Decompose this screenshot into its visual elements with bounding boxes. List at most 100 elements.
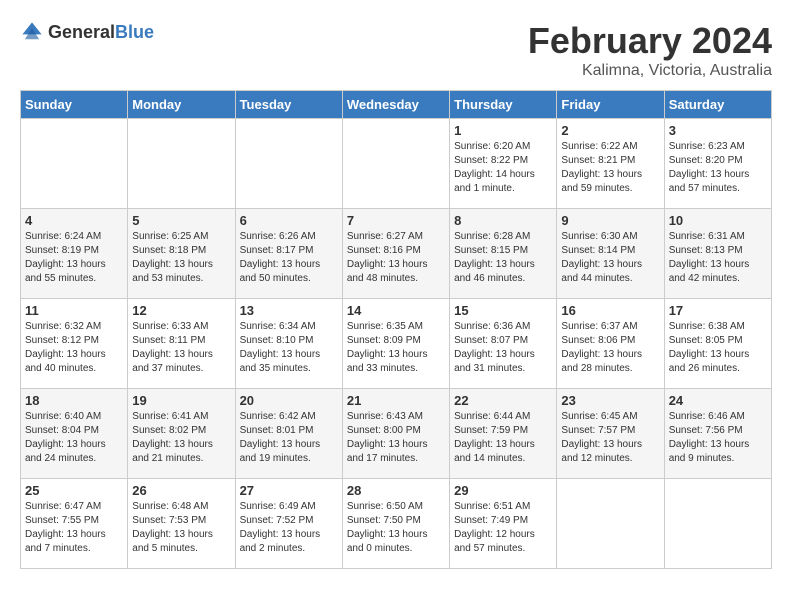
day-info: Sunrise: 6:34 AM Sunset: 8:10 PM Dayligh… bbox=[240, 320, 338, 376]
week-row-2: 4 Sunrise: 6:24 AM Sunset: 8:19 PM Daylig… bbox=[21, 209, 772, 299]
day-info: Sunrise: 6:47 AM Sunset: 7:55 PM Dayligh… bbox=[25, 500, 123, 556]
weekday-header-row: SundayMondayTuesdayWednesdayThursdayFrid… bbox=[21, 91, 772, 119]
day-cell bbox=[664, 479, 771, 569]
day-cell: 10 Sunrise: 6:31 AM Sunset: 8:13 PM Dayli… bbox=[664, 209, 771, 299]
day-cell: 4 Sunrise: 6:24 AM Sunset: 8:19 PM Daylig… bbox=[21, 209, 128, 299]
day-info: Sunrise: 6:43 AM Sunset: 8:00 PM Dayligh… bbox=[347, 410, 445, 466]
day-number: 16 bbox=[561, 303, 659, 318]
day-info: Sunrise: 6:20 AM Sunset: 8:22 PM Dayligh… bbox=[454, 140, 552, 196]
day-number: 22 bbox=[454, 393, 552, 408]
week-row-1: 1 Sunrise: 6:20 AM Sunset: 8:22 PM Daylig… bbox=[21, 119, 772, 209]
day-info: Sunrise: 6:36 AM Sunset: 8:07 PM Dayligh… bbox=[454, 320, 552, 376]
day-number: 6 bbox=[240, 213, 338, 228]
day-info: Sunrise: 6:45 AM Sunset: 7:57 PM Dayligh… bbox=[561, 410, 659, 466]
day-cell: 18 Sunrise: 6:40 AM Sunset: 8:04 PM Dayli… bbox=[21, 389, 128, 479]
day-info: Sunrise: 6:42 AM Sunset: 8:01 PM Dayligh… bbox=[240, 410, 338, 466]
day-info: Sunrise: 6:37 AM Sunset: 8:06 PM Dayligh… bbox=[561, 320, 659, 376]
day-cell: 5 Sunrise: 6:25 AM Sunset: 8:18 PM Daylig… bbox=[128, 209, 235, 299]
day-info: Sunrise: 6:46 AM Sunset: 7:56 PM Dayligh… bbox=[669, 410, 767, 466]
day-number: 5 bbox=[132, 213, 230, 228]
day-cell: 9Sunrise: 6:30 AM Sunset: 8:14 PM Daylig… bbox=[557, 209, 664, 299]
day-cell: 26 Sunrise: 6:48 AM Sunset: 7:53 PM Dayli… bbox=[128, 479, 235, 569]
week-row-3: 11 Sunrise: 6:32 AM Sunset: 8:12 PM Dayli… bbox=[21, 299, 772, 389]
day-cell: 25Sunrise: 6:47 AM Sunset: 7:55 PM Dayli… bbox=[21, 479, 128, 569]
calendar-table: SundayMondayTuesdayWednesdayThursdayFrid… bbox=[20, 90, 772, 569]
week-row-4: 18 Sunrise: 6:40 AM Sunset: 8:04 PM Dayli… bbox=[21, 389, 772, 479]
weekday-header-thursday: Thursday bbox=[450, 91, 557, 119]
day-number: 11 bbox=[25, 303, 123, 318]
day-cell bbox=[342, 119, 449, 209]
day-cell: 19Sunrise: 6:41 AM Sunset: 8:02 PM Dayli… bbox=[128, 389, 235, 479]
day-cell bbox=[557, 479, 664, 569]
calendar-subtitle: Kalimna, Victoria, Australia bbox=[528, 62, 772, 80]
day-info: Sunrise: 6:35 AM Sunset: 8:09 PM Dayligh… bbox=[347, 320, 445, 376]
day-cell: 12 Sunrise: 6:33 AM Sunset: 8:11 PM Dayli… bbox=[128, 299, 235, 389]
day-number: 10 bbox=[669, 213, 767, 228]
day-number: 20 bbox=[240, 393, 338, 408]
day-info: Sunrise: 6:38 AM Sunset: 8:05 PM Dayligh… bbox=[669, 320, 767, 376]
calendar-title: February 2024 bbox=[528, 20, 772, 62]
day-info: Sunrise: 6:48 AM Sunset: 7:53 PM Dayligh… bbox=[132, 500, 230, 556]
day-cell: 20 Sunrise: 6:42 AM Sunset: 8:01 PM Dayli… bbox=[235, 389, 342, 479]
day-number: 18 bbox=[25, 393, 123, 408]
weekday-header-sunday: Sunday bbox=[21, 91, 128, 119]
day-number: 26 bbox=[132, 483, 230, 498]
day-number: 3 bbox=[669, 123, 767, 138]
day-info: Sunrise: 6:28 AM Sunset: 8:15 PM Dayligh… bbox=[454, 230, 552, 286]
day-info: Sunrise: 6:27 AM Sunset: 8:16 PM Dayligh… bbox=[347, 230, 445, 286]
day-cell: 3 Sunrise: 6:23 AM Sunset: 8:20 PM Daylig… bbox=[664, 119, 771, 209]
day-info: Sunrise: 6:25 AM Sunset: 8:18 PM Dayligh… bbox=[132, 230, 230, 286]
day-cell bbox=[21, 119, 128, 209]
day-number: 27 bbox=[240, 483, 338, 498]
logo: GeneralBlue bbox=[20, 20, 154, 44]
day-info: Sunrise: 6:51 AM Sunset: 7:49 PM Dayligh… bbox=[454, 500, 552, 556]
day-number: 28 bbox=[347, 483, 445, 498]
day-info: Sunrise: 6:22 AM Sunset: 8:21 PM Dayligh… bbox=[561, 140, 659, 196]
logo-icon bbox=[20, 20, 44, 44]
day-number: 24 bbox=[669, 393, 767, 408]
weekday-header-tuesday: Tuesday bbox=[235, 91, 342, 119]
day-info: Sunrise: 6:23 AM Sunset: 8:20 PM Dayligh… bbox=[669, 140, 767, 196]
header: GeneralBlue February 2024 Kalimna, Victo… bbox=[20, 20, 772, 80]
day-cell: 11 Sunrise: 6:32 AM Sunset: 8:12 PM Dayli… bbox=[21, 299, 128, 389]
day-number: 4 bbox=[25, 213, 123, 228]
day-info: Sunrise: 6:24 AM Sunset: 8:19 PM Dayligh… bbox=[25, 230, 123, 286]
day-cell: 15 Sunrise: 6:36 AM Sunset: 8:07 PM Dayli… bbox=[450, 299, 557, 389]
day-cell: 22 Sunrise: 6:44 AM Sunset: 7:59 PM Dayli… bbox=[450, 389, 557, 479]
day-cell: 21Sunrise: 6:43 AM Sunset: 8:00 PM Dayli… bbox=[342, 389, 449, 479]
weekday-header-monday: Monday bbox=[128, 91, 235, 119]
weekday-header-wednesday: Wednesday bbox=[342, 91, 449, 119]
day-number: 12 bbox=[132, 303, 230, 318]
day-info: Sunrise: 6:33 AM Sunset: 8:11 PM Dayligh… bbox=[132, 320, 230, 376]
day-cell: 8 Sunrise: 6:28 AM Sunset: 8:15 PM Daylig… bbox=[450, 209, 557, 299]
day-info: Sunrise: 6:30 AM Sunset: 8:14 PM Dayligh… bbox=[561, 230, 659, 286]
day-number: 15 bbox=[454, 303, 552, 318]
day-cell: 29 Sunrise: 6:51 AM Sunset: 7:49 PM Dayli… bbox=[450, 479, 557, 569]
day-cell: 24 Sunrise: 6:46 AM Sunset: 7:56 PM Dayli… bbox=[664, 389, 771, 479]
day-number: 2 bbox=[561, 123, 659, 138]
day-info: Sunrise: 6:32 AM Sunset: 8:12 PM Dayligh… bbox=[25, 320, 123, 376]
day-cell: 2 Sunrise: 6:22 AM Sunset: 8:21 PM Daylig… bbox=[557, 119, 664, 209]
day-cell: 27 Sunrise: 6:49 AM Sunset: 7:52 PM Dayli… bbox=[235, 479, 342, 569]
day-number: 17 bbox=[669, 303, 767, 318]
day-number: 29 bbox=[454, 483, 552, 498]
day-cell: 16 Sunrise: 6:37 AM Sunset: 8:06 PM Dayli… bbox=[557, 299, 664, 389]
day-cell: 23Sunrise: 6:45 AM Sunset: 7:57 PM Dayli… bbox=[557, 389, 664, 479]
day-cell: 17 Sunrise: 6:38 AM Sunset: 8:05 PM Dayli… bbox=[664, 299, 771, 389]
day-info: Sunrise: 6:40 AM Sunset: 8:04 PM Dayligh… bbox=[25, 410, 123, 466]
day-cell: 13 Sunrise: 6:34 AM Sunset: 8:10 PM Dayli… bbox=[235, 299, 342, 389]
logo-text: GeneralBlue bbox=[48, 22, 154, 43]
day-info: Sunrise: 6:31 AM Sunset: 8:13 PM Dayligh… bbox=[669, 230, 767, 286]
day-cell: 7Sunrise: 6:27 AM Sunset: 8:16 PM Daylig… bbox=[342, 209, 449, 299]
day-number: 13 bbox=[240, 303, 338, 318]
day-cell bbox=[235, 119, 342, 209]
day-info: Sunrise: 6:44 AM Sunset: 7:59 PM Dayligh… bbox=[454, 410, 552, 466]
day-info: Sunrise: 6:49 AM Sunset: 7:52 PM Dayligh… bbox=[240, 500, 338, 556]
day-number: 8 bbox=[454, 213, 552, 228]
day-cell: 1 Sunrise: 6:20 AM Sunset: 8:22 PM Daylig… bbox=[450, 119, 557, 209]
day-info: Sunrise: 6:26 AM Sunset: 8:17 PM Dayligh… bbox=[240, 230, 338, 286]
day-info: Sunrise: 6:41 AM Sunset: 8:02 PM Dayligh… bbox=[132, 410, 230, 466]
day-info: Sunrise: 6:50 AM Sunset: 7:50 PM Dayligh… bbox=[347, 500, 445, 556]
day-number: 1 bbox=[454, 123, 552, 138]
day-cell: 6 Sunrise: 6:26 AM Sunset: 8:17 PM Daylig… bbox=[235, 209, 342, 299]
